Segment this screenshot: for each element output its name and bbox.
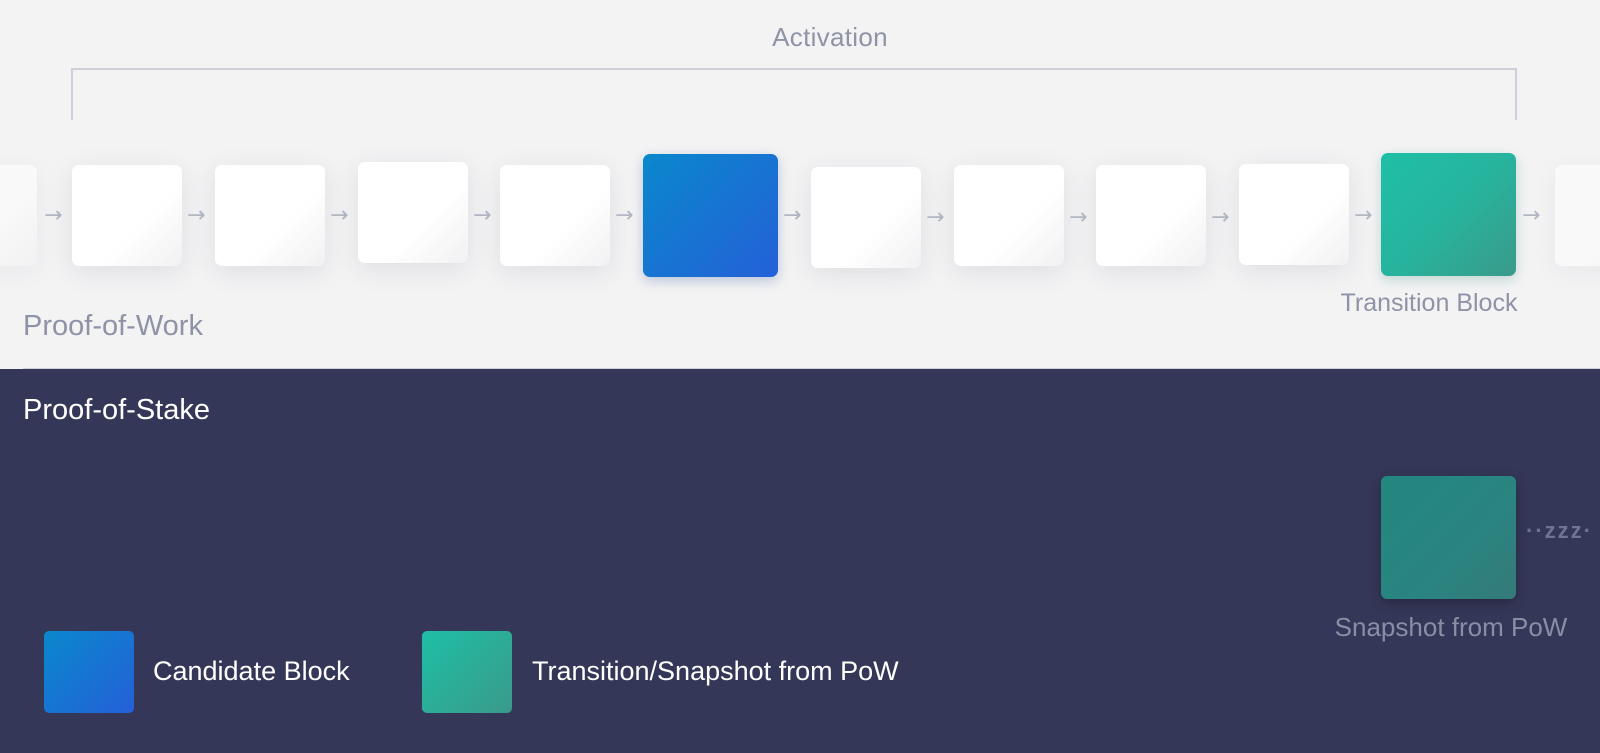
chain-block xyxy=(500,165,610,266)
proof-of-work-label: Proof-of-Work xyxy=(23,310,203,342)
proof-of-stake-label: Proof-of-Stake xyxy=(23,394,210,426)
legend-transition-swatch xyxy=(422,631,512,713)
activation-bracket xyxy=(71,68,1517,120)
snapshot-label: Snapshot from PoW xyxy=(1334,612,1568,642)
chain-arrow-icon: → xyxy=(44,203,63,228)
transition-block-label: Transition Block xyxy=(1340,289,1518,317)
chain-arrow-icon: → xyxy=(1354,203,1373,228)
chain-arrow-icon: → xyxy=(783,203,802,228)
chain-arrow-icon: → xyxy=(926,205,945,230)
chain-arrow-icon: → xyxy=(1069,205,1088,230)
candidate-block xyxy=(643,154,778,277)
chain-block-partial-left xyxy=(0,165,37,266)
proof-of-work-section: Activation → → → → → → → → → → → Transit… xyxy=(0,0,1600,369)
legend-candidate-swatch xyxy=(44,631,134,713)
snapshot-block xyxy=(1381,476,1516,599)
chain-block xyxy=(1239,164,1349,265)
proof-of-stake-section xyxy=(0,369,1600,753)
chain-block xyxy=(72,165,182,266)
chain-block xyxy=(811,167,921,268)
chain-arrow-icon: → xyxy=(473,203,492,228)
chain-arrow-icon: → xyxy=(1522,203,1541,228)
chain-block xyxy=(358,162,468,263)
legend-transition-label: Transition/Snapshot from PoW xyxy=(532,656,899,686)
chain-arrow-icon: → xyxy=(187,203,206,228)
chain-block xyxy=(1096,165,1206,266)
chain-arrow-icon: → xyxy=(615,203,634,228)
chain-block xyxy=(954,165,1064,266)
chain-arrow-icon: → xyxy=(330,203,349,228)
chain-arrow-icon: → xyxy=(1211,205,1230,230)
legend-candidate-label: Candidate Block xyxy=(153,656,350,686)
sleep-zzz-icon: ··zzz· xyxy=(1526,518,1593,543)
activation-label: Activation xyxy=(772,22,888,52)
chain-block xyxy=(215,165,325,266)
transition-block xyxy=(1381,153,1516,276)
chain-block-partial-right xyxy=(1555,165,1600,266)
